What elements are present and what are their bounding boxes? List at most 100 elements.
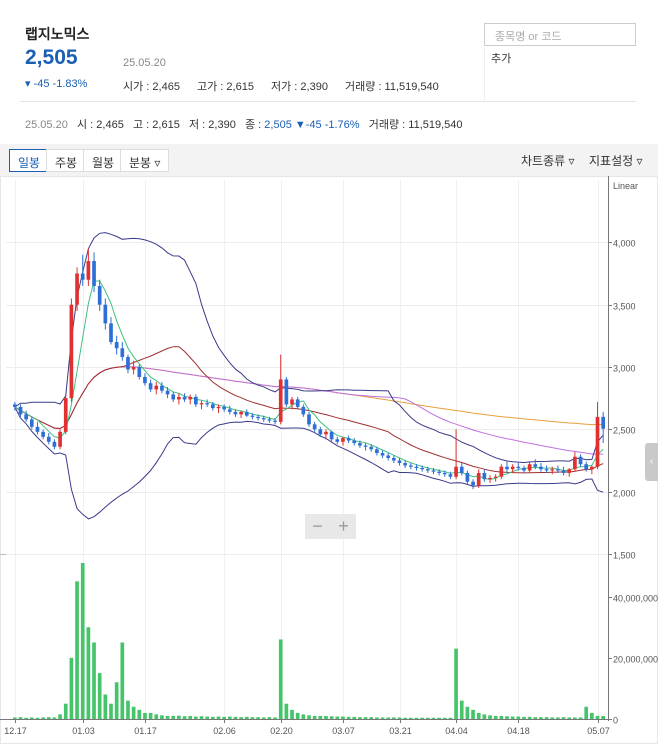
price-change: ▾ -45 -1.83% [25,78,88,90]
summary-close-label: 종 : [245,119,265,131]
volume-bar [533,717,538,719]
volume-bar [58,714,62,719]
low-price: 저가 : 2,390 [271,81,328,93]
candle-body [544,469,549,471]
candle-body [346,438,351,441]
chart-svg: 4,000 3,500 3,000 2,500 2,000 1,500 Linear 40,0… [0,176,658,744]
candle-body [505,466,509,470]
volume-bar [114,682,119,719]
candle-body [188,396,193,400]
tab-monthly[interactable]: 월봉 [83,149,124,172]
candle-body [52,441,57,447]
symbol-search-input[interactable]: 종목명 or 코드 [484,23,636,46]
candle-body [126,357,130,370]
candle-body [46,436,51,442]
summary-open: 시 : 2,465 [77,119,124,131]
volume-bar [199,716,204,719]
candle-body [414,466,419,468]
volume-bar [24,717,28,719]
volume-bar [120,642,125,719]
tab-daily[interactable]: 일봉 [9,149,50,172]
candle-body [459,466,464,473]
indicator-settings-menu[interactable]: 지표설정 ▿ [589,152,643,169]
candle-body [448,474,453,477]
volume-bar [80,562,85,719]
candle-body [250,415,255,417]
summary-low: 저 : 2,390 [189,119,236,131]
candle-body [205,403,210,405]
volume-bar [227,716,232,719]
candle-body [533,464,538,467]
volume-bar [482,714,487,719]
side-panel-toggle-icon[interactable]: ‹ [645,443,658,481]
volume-bar [97,673,102,719]
volume-bar [335,716,340,719]
volume-bar [18,717,23,719]
quote-date: 25.05.20 [123,57,166,69]
high-price: 고가 : 2,615 [197,81,254,93]
candle-body [97,285,102,305]
zoom-in-button[interactable]: + [331,514,356,539]
candle-body [420,467,424,470]
volume-bar [233,716,238,719]
candle-body [510,466,515,470]
candle-body [131,367,136,370]
volume-bar [324,715,328,719]
summary-high: 고 : 2,615 [133,119,180,131]
zoom-out-button[interactable]: − [305,514,330,539]
volume-bar [352,716,357,719]
volume-bar [397,717,402,719]
candle-body [516,466,521,468]
volume-bar [420,717,424,719]
time-tick-label: 04.18 [507,726,530,736]
candle-body [301,406,306,415]
quote-ohlc-row: 시가 : 2,465 고가 : 2,615 저가 : 2,390 거래량 : 1… [123,78,453,94]
chart-frame [0,176,658,744]
candle-body [352,440,357,444]
summary-row: 25.05.20 시 : 2,465 고 : 2,615 저 : 2,390 종… [25,116,463,132]
candle-body [80,273,85,280]
volume-bar [171,715,176,719]
volume-bar [573,717,577,719]
candle-body [120,348,125,358]
tab-weekly[interactable]: 주봉 [46,149,87,172]
volume-bar [318,715,323,719]
volume-bar [578,717,583,719]
volume-bar [363,717,368,719]
ma5-line [14,280,604,480]
time-tick-label: 12.17 [4,726,27,736]
candle-body [160,385,164,391]
candle-body [601,416,606,429]
volume-bar [278,639,283,719]
chart-type-menu[interactable]: 차트종류 ▿ [521,152,575,169]
volume-bar [182,716,187,719]
volume-bar [29,717,34,719]
candle-body [92,261,96,286]
candle-body [103,304,108,324]
candle-body [442,472,447,475]
candle-body [556,469,560,471]
header-divider [20,101,636,102]
volume-bar [165,715,170,719]
candle-body [312,424,317,430]
candle-body [567,469,572,473]
candle-body [148,383,153,390]
volume-bar [556,717,560,719]
scale-label: Linear [613,181,638,191]
add-symbol-button[interactable]: 추가 [484,47,636,100]
volume-bar [527,716,532,719]
time-tick-label: 01.03 [72,726,95,736]
tab-minute[interactable]: 분봉 ▿ [120,149,170,172]
candle-body [573,456,577,470]
volume-bar [425,717,430,719]
candle-body [397,460,402,463]
candle-body [35,426,40,432]
volume-bar [177,715,181,719]
volume-bar [476,712,481,719]
volume-bar [126,700,130,719]
candle-body [182,396,187,400]
stock-chart[interactable]: 4,000 3,500 3,000 2,500 2,000 1,500 Linear 40,0… [0,176,658,745]
volume-bar [414,717,419,719]
candle-body [380,453,385,456]
candle-body [363,445,368,447]
